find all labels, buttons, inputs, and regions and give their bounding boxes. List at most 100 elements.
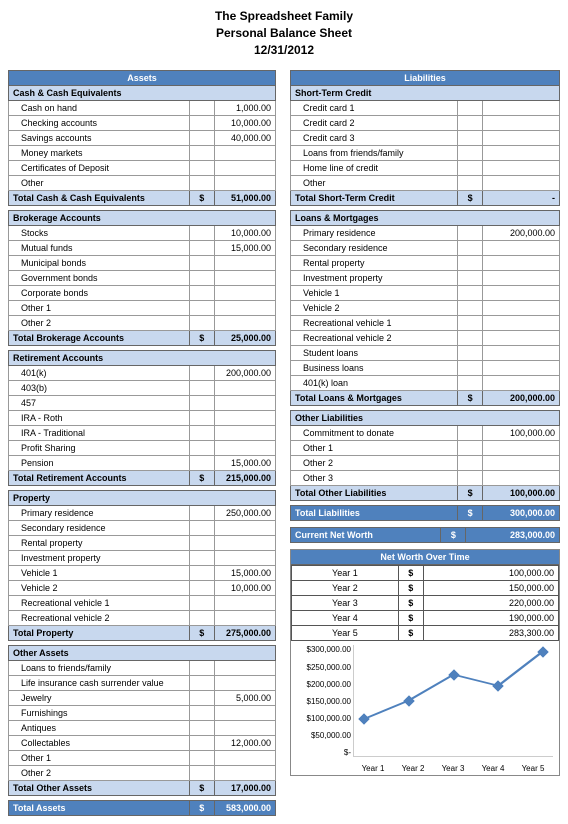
line-item-value[interactable] bbox=[483, 331, 560, 346]
line-item-label[interactable]: Money markets bbox=[9, 146, 190, 161]
line-item-label[interactable]: Other 1 bbox=[291, 441, 458, 456]
line-item-label[interactable]: Secondary residence bbox=[9, 521, 190, 536]
line-item-label[interactable]: Other bbox=[9, 176, 190, 191]
line-item-label[interactable]: Life insurance cash surrender value bbox=[9, 676, 190, 691]
line-item-value[interactable] bbox=[214, 161, 275, 176]
line-item-label[interactable]: Loans to friends/family bbox=[9, 661, 190, 676]
line-item-value[interactable] bbox=[483, 361, 560, 376]
line-item-value[interactable] bbox=[483, 256, 560, 271]
line-item-value[interactable] bbox=[483, 146, 560, 161]
line-item-label[interactable]: Municipal bonds bbox=[9, 256, 190, 271]
line-item-value[interactable] bbox=[483, 241, 560, 256]
line-item-label[interactable]: Antiques bbox=[9, 721, 190, 736]
line-item-value[interactable] bbox=[214, 381, 275, 396]
line-item-label[interactable]: Cash on hand bbox=[9, 101, 190, 116]
line-item-value[interactable] bbox=[214, 441, 275, 456]
line-item-label[interactable]: Other 2 bbox=[9, 316, 190, 331]
line-item-label[interactable]: Other 2 bbox=[291, 456, 458, 471]
line-item-value[interactable] bbox=[214, 271, 275, 286]
line-item-label[interactable]: Vehicle 2 bbox=[291, 301, 458, 316]
line-item-value[interactable] bbox=[483, 441, 560, 456]
line-item-label[interactable]: Loans from friends/family bbox=[291, 146, 458, 161]
line-item-value[interactable] bbox=[214, 176, 275, 191]
line-item-label[interactable]: Credit card 3 bbox=[291, 131, 458, 146]
line-item-label[interactable]: Primary residence bbox=[291, 226, 458, 241]
line-item-label[interactable]: Investment property bbox=[9, 551, 190, 566]
line-item-label[interactable]: 457 bbox=[9, 396, 190, 411]
line-item-value[interactable] bbox=[214, 146, 275, 161]
line-item-value[interactable]: 200,000.00 bbox=[483, 226, 560, 241]
line-item-value[interactable]: 200,000.00 bbox=[214, 366, 275, 381]
line-item-value[interactable] bbox=[483, 301, 560, 316]
line-item-value[interactable] bbox=[214, 521, 275, 536]
line-item-value[interactable] bbox=[214, 316, 275, 331]
line-item-value[interactable] bbox=[214, 751, 275, 766]
line-item-label[interactable]: Commitment to donate bbox=[291, 426, 458, 441]
line-item-label[interactable]: Recreational vehicle 2 bbox=[291, 331, 458, 346]
line-item-value[interactable] bbox=[483, 101, 560, 116]
line-item-value[interactable] bbox=[214, 396, 275, 411]
line-item-value[interactable]: 1,000.00 bbox=[214, 101, 275, 116]
line-item-label[interactable]: Other 1 bbox=[9, 301, 190, 316]
line-item-value[interactable] bbox=[483, 376, 560, 391]
line-item-label[interactable]: Credit card 2 bbox=[291, 116, 458, 131]
line-item-label[interactable]: Primary residence bbox=[9, 506, 190, 521]
line-item-value[interactable] bbox=[214, 721, 275, 736]
line-item-value[interactable] bbox=[214, 596, 275, 611]
line-item-label[interactable]: Collectables bbox=[9, 736, 190, 751]
line-item-value[interactable] bbox=[483, 161, 560, 176]
line-item-label[interactable]: Credit card 1 bbox=[291, 101, 458, 116]
line-item-value[interactable] bbox=[483, 131, 560, 146]
line-item-label[interactable]: Certificates of Deposit bbox=[9, 161, 190, 176]
line-item-label[interactable]: Home line of credit bbox=[291, 161, 458, 176]
line-item-label[interactable]: Recreational vehicle 1 bbox=[291, 316, 458, 331]
line-item-value[interactable]: 12,000.00 bbox=[214, 736, 275, 751]
line-item-label[interactable]: Other 2 bbox=[9, 766, 190, 781]
line-item-value[interactable]: 5,000.00 bbox=[214, 691, 275, 706]
line-item-value[interactable]: 10,000.00 bbox=[214, 581, 275, 596]
line-item-value[interactable]: 10,000.00 bbox=[214, 226, 275, 241]
line-item-value[interactable] bbox=[214, 661, 275, 676]
line-item-value[interactable] bbox=[214, 536, 275, 551]
line-item-value[interactable]: 250,000.00 bbox=[214, 506, 275, 521]
line-item-value[interactable] bbox=[483, 471, 560, 486]
line-item-label[interactable]: Jewelry bbox=[9, 691, 190, 706]
line-item-label[interactable]: Corporate bonds bbox=[9, 286, 190, 301]
line-item-label[interactable]: Other 1 bbox=[9, 751, 190, 766]
line-item-value[interactable] bbox=[214, 411, 275, 426]
line-item-label[interactable]: Recreational vehicle 2 bbox=[9, 611, 190, 626]
line-item-label[interactable]: Savings accounts bbox=[9, 131, 190, 146]
line-item-label[interactable]: Student loans bbox=[291, 346, 458, 361]
line-item-label[interactable]: Government bonds bbox=[9, 271, 190, 286]
line-item-value[interactable] bbox=[483, 456, 560, 471]
line-item-label[interactable]: Stocks bbox=[9, 226, 190, 241]
line-item-value[interactable] bbox=[483, 176, 560, 191]
line-item-label[interactable]: Secondary residence bbox=[291, 241, 458, 256]
line-item-label[interactable]: 401(k) bbox=[9, 366, 190, 381]
line-item-label[interactable]: Vehicle 1 bbox=[291, 286, 458, 301]
line-item-value[interactable] bbox=[214, 286, 275, 301]
line-item-value[interactable] bbox=[214, 301, 275, 316]
line-item-label[interactable]: Furnishings bbox=[9, 706, 190, 721]
line-item-value[interactable]: 15,000.00 bbox=[214, 456, 275, 471]
line-item-value[interactable] bbox=[214, 611, 275, 626]
line-item-value[interactable] bbox=[483, 346, 560, 361]
line-item-label[interactable]: Other bbox=[291, 176, 458, 191]
line-item-value[interactable] bbox=[483, 116, 560, 131]
line-item-label[interactable]: Checking accounts bbox=[9, 116, 190, 131]
line-item-value[interactable] bbox=[483, 271, 560, 286]
line-item-value[interactable]: 10,000.00 bbox=[214, 116, 275, 131]
line-item-label[interactable]: Rental property bbox=[291, 256, 458, 271]
line-item-value[interactable] bbox=[214, 676, 275, 691]
line-item-value[interactable] bbox=[214, 551, 275, 566]
line-item-value[interactable] bbox=[483, 316, 560, 331]
line-item-value[interactable] bbox=[214, 766, 275, 781]
line-item-label[interactable]: Recreational vehicle 1 bbox=[9, 596, 190, 611]
line-item-label[interactable]: 401(k) loan bbox=[291, 376, 458, 391]
line-item-value[interactable]: 40,000.00 bbox=[214, 131, 275, 146]
line-item-label[interactable]: Vehicle 2 bbox=[9, 581, 190, 596]
line-item-label[interactable]: Investment property bbox=[291, 271, 458, 286]
line-item-value[interactable] bbox=[214, 706, 275, 721]
line-item-value[interactable] bbox=[214, 426, 275, 441]
line-item-label[interactable]: Rental property bbox=[9, 536, 190, 551]
